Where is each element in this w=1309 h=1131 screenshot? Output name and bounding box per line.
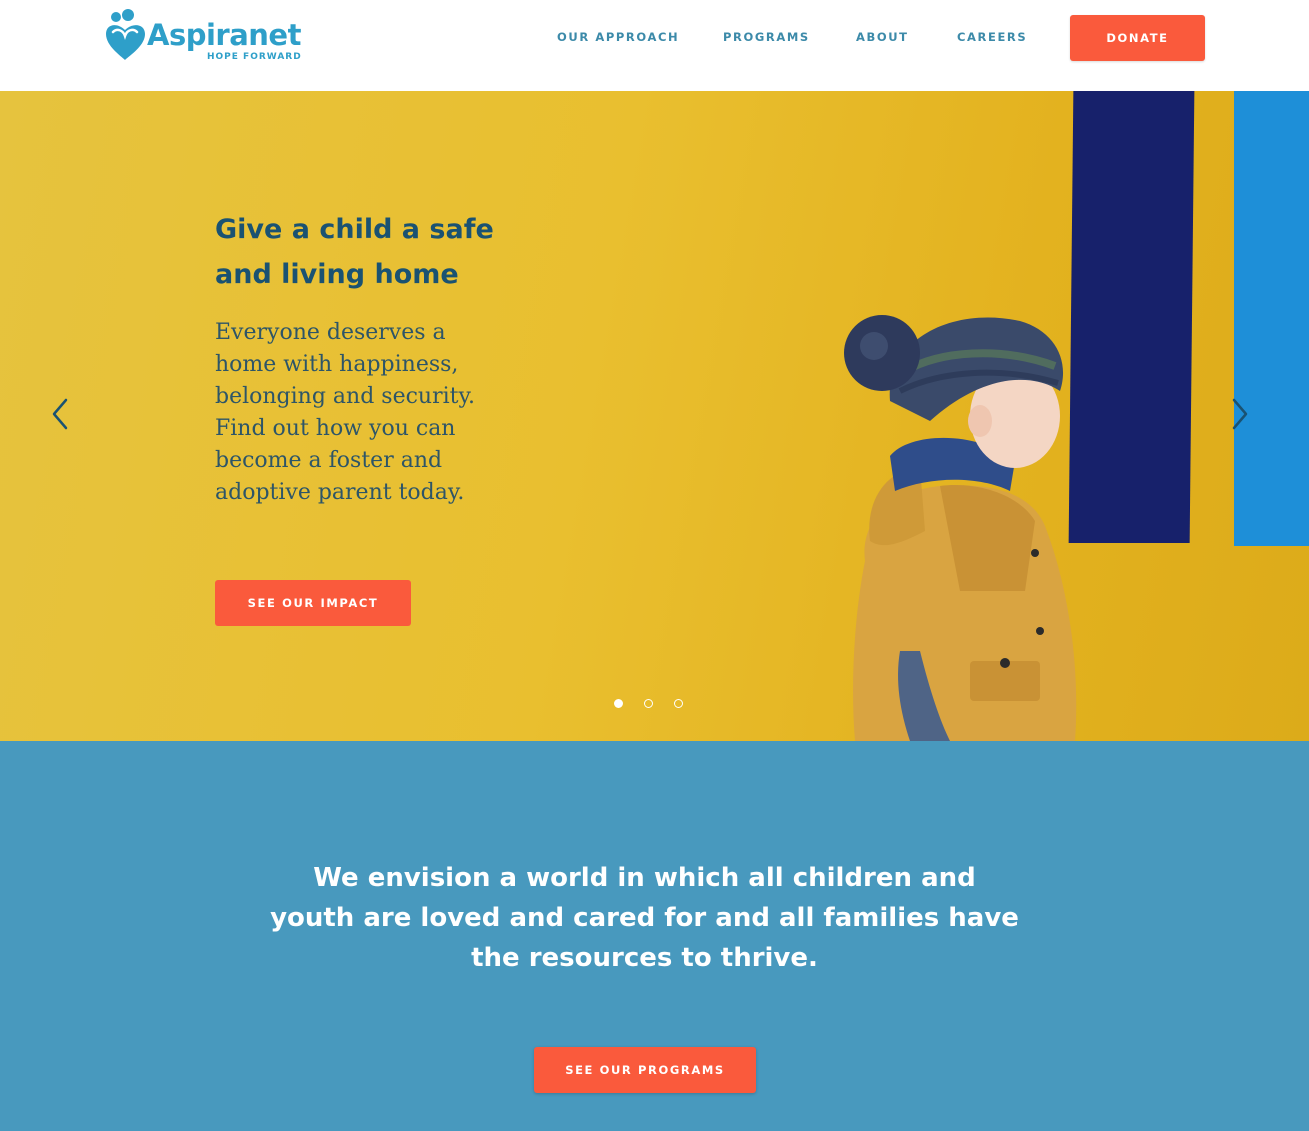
carousel-dots <box>612 699 692 711</box>
chevron-left-icon[interactable] <box>48 396 72 432</box>
logo-tagline: HOPE FORWARD <box>207 52 302 62</box>
aspiranet-logo[interactable]: Aspiranet HOPE FORWARD <box>103 8 303 68</box>
hero-description: Everyone deserves a home with happiness,… <box>215 320 475 505</box>
nav-careers[interactable]: CAREERS <box>957 30 1027 44</box>
hero-blue-stripe <box>1234 91 1309 546</box>
nav-programs[interactable]: PROGRAMS <box>723 30 810 44</box>
vision-statement: We envision a world in which all childre… <box>270 863 1019 973</box>
site-header: Aspiranet HOPE FORWARD OUR APPROACH PROG… <box>0 0 1309 91</box>
see-our-programs-button[interactable]: SEE OUR PROGRAMS <box>534 1047 756 1093</box>
hero-child-image <box>844 315 1077 741</box>
hero-carousel: Give a child a safe and living home Ever… <box>0 91 1309 741</box>
hero-title: Give a child a safe and living home <box>215 214 494 290</box>
carousel-dot-3[interactable] <box>674 699 683 708</box>
see-our-impact-button[interactable]: SEE OUR IMPACT <box>215 580 411 626</box>
carousel-dot-1[interactable] <box>614 699 623 708</box>
carousel-dot-2[interactable] <box>644 699 653 708</box>
nav-our-approach[interactable]: OUR APPROACH <box>557 30 679 44</box>
nav-about[interactable]: ABOUT <box>856 30 909 44</box>
vision-section: We envision a world in which all childre… <box>0 741 1309 1131</box>
logo-heart-icon <box>106 9 145 60</box>
chevron-right-icon[interactable] <box>1228 396 1252 432</box>
donate-button[interactable]: DONATE <box>1070 15 1205 61</box>
logo-wordmark: Aspiranet <box>147 18 301 52</box>
